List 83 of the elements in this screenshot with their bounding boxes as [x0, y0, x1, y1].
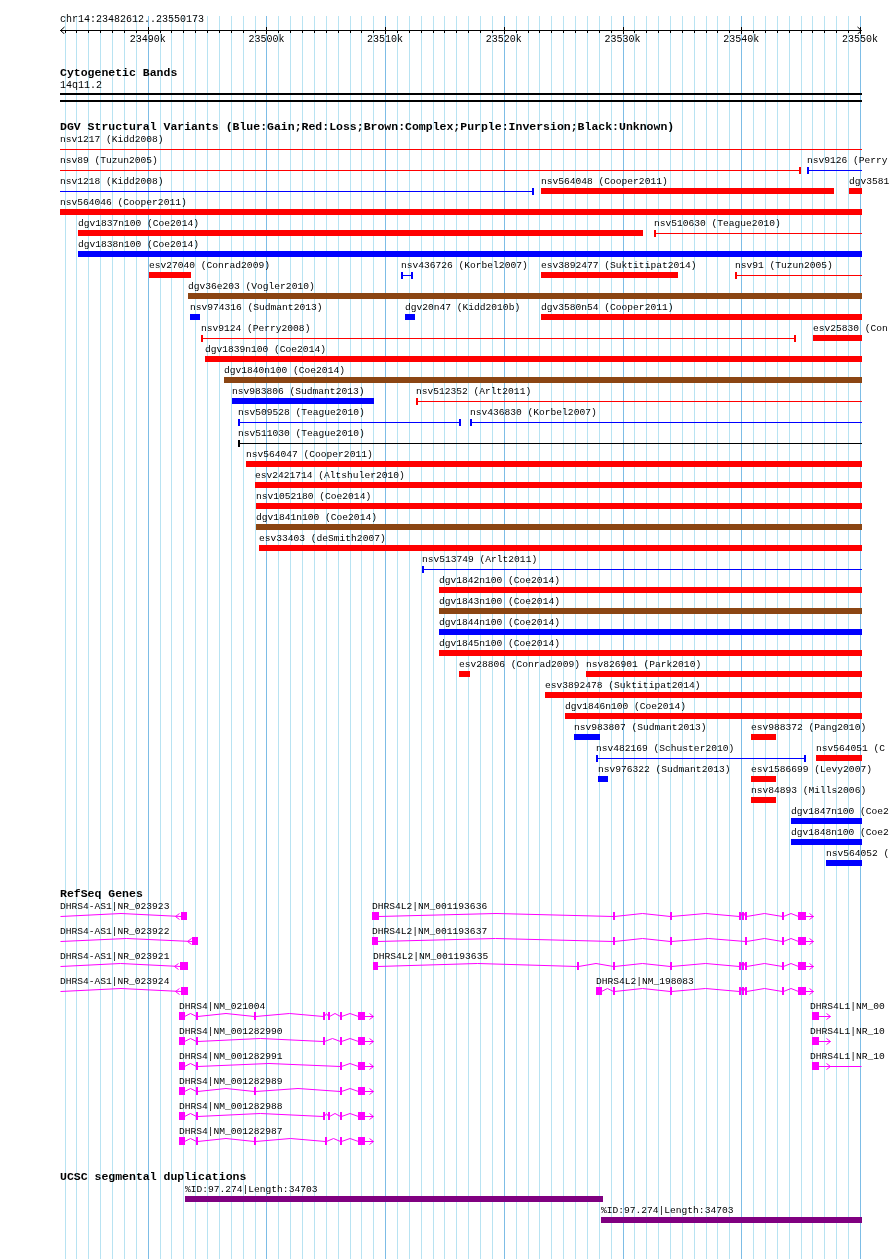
variant-label: nsv1218 (Kidd2008)	[60, 176, 164, 187]
gene-label: DHRS4|NM_001282991	[179, 1051, 283, 1062]
variant-label: dgv1848n100 (Coe2	[791, 827, 889, 838]
variant-label: nsv91 (Tuzun2005)	[735, 260, 833, 271]
variant-label: nsv564051 (C	[816, 743, 886, 754]
track-title: Cytogenetic Bands	[60, 67, 178, 79]
band-label: 14q11.2	[60, 80, 102, 92]
region-label: chr14:23482612..23550173	[60, 14, 205, 26]
variant-label: nsv564046 (Cooper2011)	[60, 197, 187, 208]
variant-label: nsv436726 (Korbel2007)	[401, 260, 528, 271]
variant-label: nsv974316 (Sudmant2013)	[190, 302, 323, 313]
variant-label: dgv1845n100 (Coe2014)	[439, 638, 560, 649]
gene-label: DHRS4|NM_001282988	[179, 1101, 283, 1112]
gene-label: DHRS4L1|NR_10	[810, 1051, 885, 1062]
variant-label: nsv983807 (Sudmant2013)	[574, 722, 707, 733]
variant-label: nsv976322 (Sudmant2013)	[598, 764, 731, 775]
variant-label: dgv20n47 (Kidd2010b)	[405, 302, 521, 313]
variant-label: dgv1839n100 (Coe2014)	[205, 344, 326, 355]
gene-label: DHRS4L2|NM_198083	[596, 976, 694, 987]
variant-label: dgv1837n100 (Coe2014)	[78, 218, 199, 229]
gene-label: DHRS4|NM_001282989	[179, 1076, 283, 1087]
gene-label: DHRS4-AS1|NR_023923	[60, 901, 170, 912]
gene-label: DHRS4L1|NR_10	[810, 1026, 885, 1037]
variant-label: nsv1217 (Kidd2008)	[60, 134, 164, 145]
variant-label: nsv89 (Tuzun2005)	[60, 155, 158, 166]
tick-label: 23500k	[248, 34, 285, 46]
variant-label: nsv510630 (Teague2010)	[654, 218, 781, 229]
variant-label: esv33403 (deSmith2007)	[259, 533, 386, 544]
variant-label: dgv3580n54 (Cooper2011)	[541, 302, 674, 313]
tick-label: 23490k	[129, 34, 166, 46]
track-title: UCSC segmental duplications	[60, 1171, 247, 1183]
variant-label: nsv564047 (Cooper2011)	[246, 449, 373, 460]
variant-label: esv3892478 (Suktitipat2014)	[545, 680, 701, 691]
tick-label: 23520k	[485, 34, 522, 46]
track-title: RefSeq Genes	[60, 888, 143, 900]
variant-label: esv27040 (Conrad2009)	[149, 260, 270, 271]
track-title: DGV Structural Variants (Blue:Gain;Red:Loss;Brown:Complex;Purple:Inversion;Black:Unknown)	[60, 121, 675, 133]
gene-label: DHRS4L1|NM_00	[810, 1001, 885, 1012]
variant-label: nsv826901 (Park2010)	[586, 659, 702, 670]
variant-label: dgv1838n100 (Coe2014)	[78, 239, 199, 250]
variant-label: nsv512352 (Arlt2011)	[416, 386, 532, 397]
variant-label: dgv1841n100 (Coe2014)	[256, 512, 377, 523]
variant-label: dgv1846n100 (Coe2014)	[565, 701, 686, 712]
variant-label: dgv1840n100 (Coe2014)	[224, 365, 345, 376]
variant-label: nsv84893 (Mills2006)	[751, 785, 867, 796]
variant-label: nsv564052 (	[826, 848, 890, 859]
tick-label: 23550k	[841, 34, 878, 46]
variant-label: nsv436830 (Korbel2007)	[470, 407, 597, 418]
segdup-label: %ID:97.274|Length:34703	[185, 1184, 318, 1195]
gene-label: DHRS4|NM_001282990	[179, 1026, 283, 1037]
variant-label: esv1586699 (Levy2007)	[751, 764, 872, 775]
variant-label: nsv482169 (Schuster2010)	[596, 743, 735, 754]
variant-label: dgv1842n100 (Coe2014)	[439, 575, 560, 586]
tick-label: 23540k	[723, 34, 760, 46]
gene-label: DHRS4-AS1|NR_023921	[60, 951, 170, 962]
tick-label: 23530k	[604, 34, 641, 46]
variant-label: esv2421714 (Altshuler2010)	[255, 470, 405, 481]
gene-label: DHRS4-AS1|NR_023922	[60, 926, 170, 937]
variant-label: dgv36e203 (Vogler2010)	[188, 281, 315, 292]
variant-label: nsv1052180 (Coe2014)	[256, 491, 372, 502]
variant-label: dgv3581	[849, 176, 890, 187]
gene-label: DHRS4L2|NM_001193637	[372, 926, 488, 937]
gene-label: DHRS4L2|NM_001193635	[373, 951, 489, 962]
segdup-label: %ID:97.274|Length:34703	[601, 1205, 734, 1216]
variant-label: nsv9124 (Perry2008)	[201, 323, 311, 334]
variant-label: nsv564048 (Cooper2011)	[541, 176, 668, 187]
variant-label: nsv511030 (Teague2010)	[238, 428, 365, 439]
gene-label: DHRS4L2|NM_001193636	[372, 901, 488, 912]
variant-label: dgv1847n100 (Coe2	[791, 806, 889, 817]
gene-label: DHRS4-AS1|NR_023924	[60, 976, 170, 987]
variant-label: esv28806 (Conrad2009)	[459, 659, 580, 670]
variant-label: dgv1844n100 (Coe2014)	[439, 617, 560, 628]
variant-label: nsv9126 (Perry	[807, 155, 888, 166]
variant-label: nsv509528 (Teague2010)	[238, 407, 365, 418]
variant-label: esv988372 (Pang2010)	[751, 722, 867, 733]
gene-label: DHRS4|NM_021004	[179, 1001, 266, 1012]
variant-label: esv3892477 (Suktitipat2014)	[541, 260, 697, 271]
variant-label: nsv983806 (Sudmant2013)	[232, 386, 365, 397]
variant-label: nsv513749 (Arlt2011)	[422, 554, 538, 565]
tick-label: 23510k	[367, 34, 404, 46]
variant-label: dgv1843n100 (Coe2014)	[439, 596, 560, 607]
gene-label: DHRS4|NM_001282987	[179, 1126, 283, 1137]
variant-label: esv25830 (Con	[813, 323, 888, 334]
